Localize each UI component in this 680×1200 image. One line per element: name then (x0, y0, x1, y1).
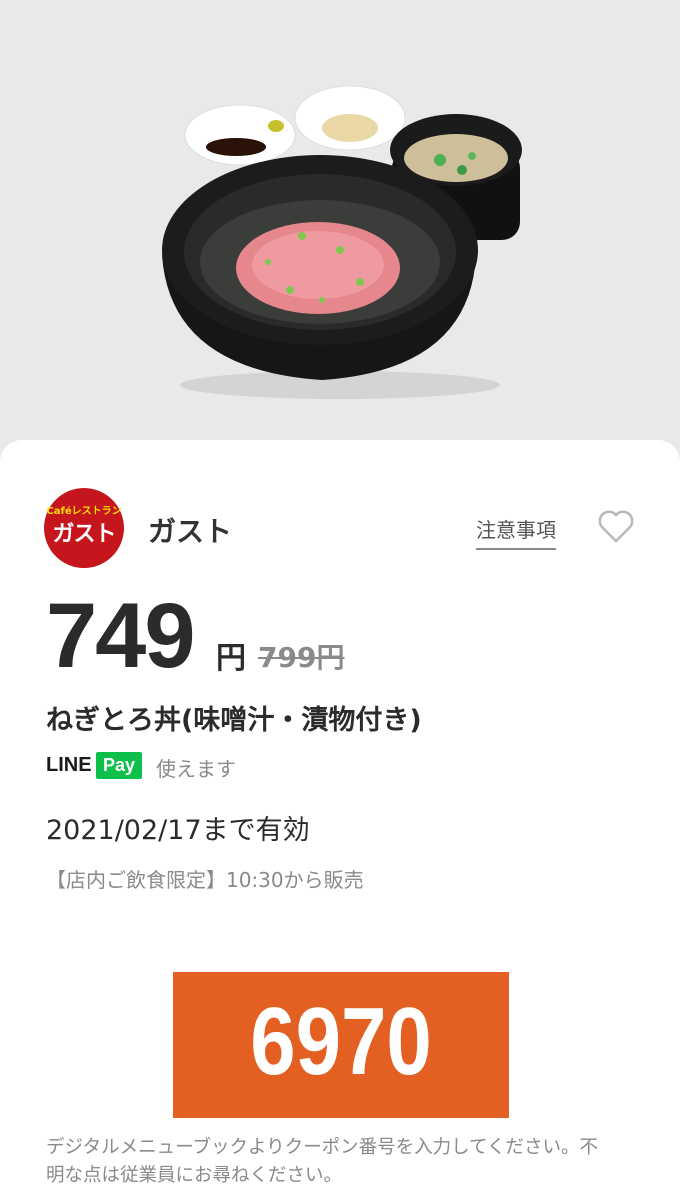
payment-usable-text: 使えます (156, 757, 236, 781)
hero-image (0, 0, 680, 460)
notes-link[interactable]: 注意事項 (476, 514, 556, 550)
coupon-card: Caféレストラン ガスト ガスト 注意事項 749 円 799円 ねぎとろ丼(… (0, 440, 680, 1200)
heart-icon[interactable] (596, 506, 636, 546)
coupon-code: 6970 (250, 988, 432, 1095)
coupon-price: 749 (46, 585, 195, 687)
line-pay-logo-pay: Pay (96, 752, 142, 779)
original-price: 799円 (258, 641, 345, 674)
logo-title: ガスト (52, 522, 116, 547)
coupon-code-box: 6970 (173, 972, 509, 1118)
restriction-note: 【店内ご飲食限定】10:30から販売 (46, 868, 364, 892)
price-unit: 円 (216, 641, 246, 676)
negitoro-don-photo (162, 85, 522, 399)
shop-logo: Caféレストラン ガスト (44, 488, 124, 568)
shop-name: ガスト (148, 515, 233, 548)
valid-until: 2021/02/17まで有効 (46, 815, 310, 846)
logo-subtitle: Caféレストラン (46, 506, 122, 517)
line-pay-logo-line: LINE (46, 754, 92, 776)
item-name: ねぎとろ丼(味噌汁・漬物付き) (46, 705, 422, 736)
instruction-note: デジタルメニューブックよりクーポン番号を入力してください。不明な点は従業員にお尋… (46, 1137, 599, 1186)
